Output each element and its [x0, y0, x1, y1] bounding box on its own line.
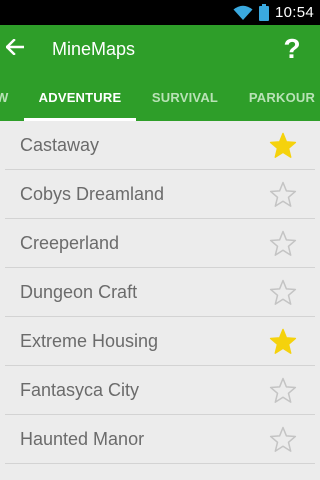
- map-list-item[interactable]: Dungeon Craft: [0, 268, 320, 317]
- map-name: Extreme Housing: [20, 331, 159, 351]
- map-list-item[interactable]: Haunted Manor: [0, 415, 320, 464]
- map-list-item[interactable]: Cobys Dreamland: [0, 170, 320, 219]
- status-bar: 10:54: [0, 0, 320, 25]
- star-filled-icon[interactable]: [268, 327, 298, 357]
- map-list-item[interactable]: Castaway: [0, 121, 320, 170]
- star-outline-icon[interactable]: [268, 229, 298, 259]
- tab-parkour[interactable]: PARKOUR: [240, 73, 320, 121]
- help-button[interactable]: ?: [268, 25, 316, 73]
- star-outline-icon[interactable]: [268, 278, 298, 308]
- arrow-left-icon: [5, 37, 25, 60]
- tab-adventure[interactable]: ADVENTURE: [24, 73, 136, 121]
- map-list: Castaway Cobys Dreamland Creeperland Dungeo…: [0, 121, 320, 464]
- status-time: 10:54: [274, 4, 314, 21]
- map-list-item[interactable]: Fantasyca City: [0, 366, 320, 415]
- battery-icon: [258, 4, 269, 21]
- map-name: Creeperland: [20, 233, 120, 253]
- star-outline-icon[interactable]: [268, 180, 298, 210]
- wifi-icon: [233, 5, 253, 21]
- app-title: MineMaps: [52, 38, 136, 59]
- map-list-item[interactable]: Extreme Housing: [0, 317, 320, 366]
- map-name: Castaway: [20, 135, 100, 155]
- map-name: Haunted Manor: [20, 429, 145, 449]
- map-name: Fantasyca City: [20, 380, 140, 400]
- star-outline-icon[interactable]: [268, 425, 298, 455]
- map-list-item[interactable]: Creeperland: [0, 219, 320, 268]
- star-filled-icon[interactable]: [268, 131, 298, 161]
- star-outline-icon[interactable]: [268, 376, 298, 406]
- category-tabs: W ADVENTURE SURVIVAL PARKOUR: [0, 73, 320, 121]
- map-name: Cobys Dreamland: [20, 184, 165, 204]
- back-button[interactable]: [0, 25, 33, 73]
- map-name: Dungeon Craft: [20, 282, 138, 302]
- app-bar: MineMaps ?: [0, 25, 320, 73]
- tab-survival[interactable]: SURVIVAL: [140, 73, 230, 121]
- tab-new[interactable]: W: [0, 73, 10, 121]
